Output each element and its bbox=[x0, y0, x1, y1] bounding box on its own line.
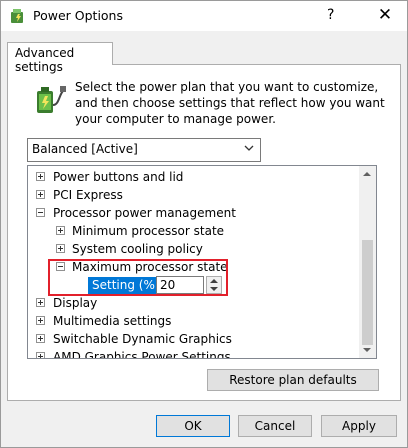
close-button[interactable]: ✕ bbox=[371, 4, 399, 28]
tree-item-label: Minimum processor state bbox=[72, 224, 225, 238]
tree-item-label: Display bbox=[53, 296, 98, 310]
tree-item-label: PCI Express bbox=[53, 188, 123, 202]
power-options-icon bbox=[11, 9, 23, 23]
spinner-buttons[interactable] bbox=[206, 276, 222, 294]
collapse-icon[interactable] bbox=[36, 208, 45, 217]
tree-item-label: AMD Graphics Power Settings bbox=[53, 350, 231, 359]
title-bar[interactable]: Power Options ? ✕ bbox=[1, 1, 407, 31]
scroll-thumb[interactable] bbox=[362, 240, 373, 345]
description-text: Select the power plan that you want to c… bbox=[75, 80, 385, 126]
battery-plug-icon bbox=[37, 86, 66, 113]
spin-down-icon[interactable] bbox=[210, 287, 218, 291]
ok-button[interactable]: OK bbox=[156, 415, 230, 437]
tree-item-label: Switchable Dynamic Graphics bbox=[53, 332, 232, 346]
expand-icon[interactable] bbox=[36, 298, 45, 307]
setting-value-input[interactable] bbox=[156, 276, 204, 294]
expand-icon[interactable] bbox=[36, 190, 45, 199]
scroll-down-icon[interactable] bbox=[363, 348, 371, 352]
apply-button[interactable]: Apply bbox=[321, 415, 397, 437]
vertical-scrollbar[interactable] bbox=[359, 166, 376, 358]
power-plan-value: Balanced [Active] bbox=[32, 142, 138, 156]
window-title: Power Options bbox=[33, 8, 123, 23]
cancel-button[interactable]: Cancel bbox=[238, 415, 312, 437]
settings-tree[interactable]: Power buttons and lid PCI Express Proces… bbox=[27, 165, 377, 359]
chevron-down-icon bbox=[244, 145, 254, 151]
power-plan-dropdown[interactable]: Balanced [Active] bbox=[27, 138, 261, 162]
expand-icon[interactable] bbox=[56, 226, 65, 235]
tab-label: Advanced settings bbox=[15, 46, 75, 74]
expand-icon[interactable] bbox=[36, 172, 45, 181]
setting-spinner[interactable] bbox=[156, 276, 222, 294]
tree-item-label: System cooling policy bbox=[72, 242, 203, 256]
restore-defaults-button[interactable]: Restore plan defaults bbox=[207, 369, 379, 391]
tree-item-label: Processor power management bbox=[53, 206, 236, 220]
expand-icon[interactable] bbox=[36, 316, 45, 325]
expand-icon[interactable] bbox=[36, 352, 45, 358]
scroll-up-icon[interactable] bbox=[363, 172, 371, 176]
expand-icon[interactable] bbox=[56, 244, 65, 253]
help-button[interactable]: ? bbox=[327, 7, 334, 23]
tree-item-label: Power buttons and lid bbox=[53, 170, 184, 184]
tree-item-label: Multimedia settings bbox=[53, 314, 172, 328]
tab-advanced-settings[interactable]: Advanced settings bbox=[7, 42, 113, 74]
spin-up-icon[interactable] bbox=[210, 279, 218, 283]
power-options-window: Power Options ? ✕ Advanced settings Sele… bbox=[0, 0, 408, 448]
expand-icon[interactable] bbox=[36, 334, 45, 343]
